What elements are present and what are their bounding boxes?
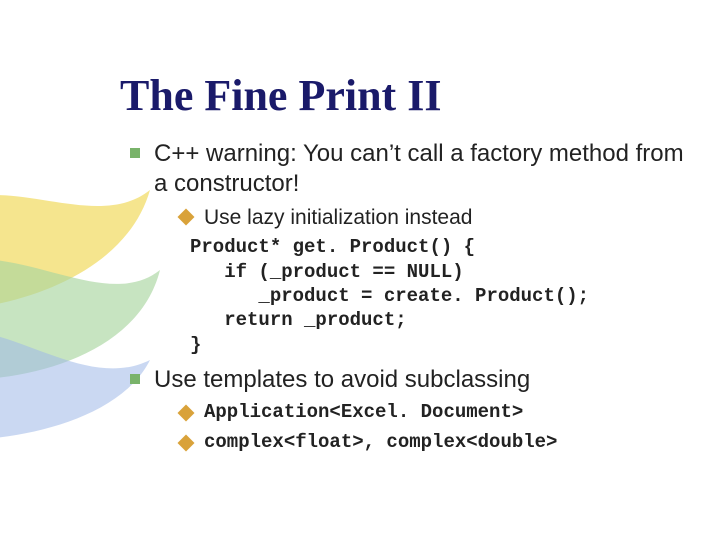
subbullet-lazy-init: Use lazy initialization instead (180, 205, 690, 231)
subbullet-complex-types-text: complex<float>, complex<double> (204, 431, 557, 455)
diamond-bullet-icon (178, 434, 195, 451)
subbullet-application-excel-text: Application<Excel. Document> (204, 401, 523, 425)
bullet-templates: Use templates to avoid subclassing (130, 365, 690, 395)
code-line: Product* get. Product() { (190, 236, 475, 258)
code-line: _product = create. Product(); (190, 285, 589, 307)
code-block: Product* get. Product() { if (_product =… (190, 235, 690, 357)
diamond-bullet-icon (178, 209, 195, 226)
bullet-warning: C++ warning: You can’t call a factory me… (130, 139, 690, 199)
bullet-templates-text: Use templates to avoid subclassing (154, 365, 530, 395)
code-line: return _product; (190, 309, 407, 331)
subbullet-complex-types: complex<float>, complex<double> (180, 431, 690, 455)
square-bullet-icon (130, 148, 140, 158)
code-line: if (_product == NULL) (190, 261, 464, 283)
bullet-warning-text: C++ warning: You can’t call a factory me… (154, 139, 690, 199)
subbullet-application-excel: Application<Excel. Document> (180, 401, 690, 425)
subbullet-lazy-init-text: Use lazy initialization instead (204, 205, 472, 231)
diamond-bullet-icon (178, 404, 195, 421)
square-bullet-icon (130, 374, 140, 384)
slide-title: The Fine Print II (120, 70, 690, 121)
code-line: } (190, 334, 201, 356)
